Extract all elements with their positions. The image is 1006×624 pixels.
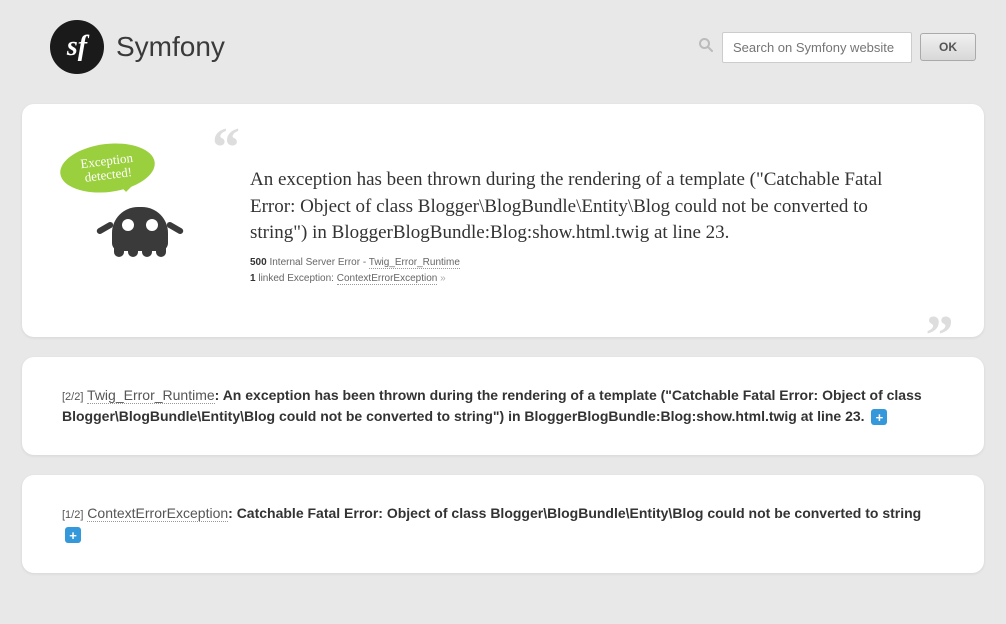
mascot-column: Exception detected! <box>52 134 182 287</box>
trace-line: [2/2] Twig_Error_Runtime: An exception h… <box>62 385 944 427</box>
logo-section: sf Symfony <box>50 20 225 74</box>
expand-icon[interactable]: + <box>65 527 81 543</box>
error-message: An exception has been thrown during the … <box>250 167 924 247</box>
trace-class-link[interactable]: Twig_Error_Runtime <box>87 387 215 404</box>
message-column: “ An exception has been thrown during th… <box>212 134 954 287</box>
trace-line: [1/2] ContextErrorException: Catchable F… <box>62 503 944 545</box>
search-input[interactable] <box>722 32 912 63</box>
expand-icon[interactable]: + <box>871 409 887 425</box>
brand-name: Symfony <box>116 31 225 63</box>
speech-bubble: Exception detected! <box>57 138 157 197</box>
ghost-mascot-icon <box>112 207 168 251</box>
search-section: OK <box>698 32 976 63</box>
quote-open-icon: “ <box>212 134 924 162</box>
linked-class-link[interactable]: ContextErrorException <box>337 273 438 285</box>
trace-message: : Catchable Fatal Error: Object of class… <box>228 505 921 521</box>
linked-count: 1 <box>250 273 256 284</box>
trace-class-link[interactable]: ContextErrorException <box>87 505 228 522</box>
header: sf Symfony OK <box>0 0 1006 94</box>
chevron-right-icon: » <box>440 273 446 284</box>
status-code: 500 <box>250 257 267 268</box>
trace-panel-1: [2/2] Twig_Error_Runtime: An exception h… <box>22 357 984 455</box>
symfony-logo-icon: sf <box>50 20 104 74</box>
exception-summary-panel: Exception detected! “ An exception has b… <box>22 104 984 337</box>
linked-text: linked Exception: <box>258 273 336 284</box>
trace-index: [1/2] <box>62 509 83 521</box>
trace-index: [2/2] <box>62 391 83 403</box>
search-submit-button[interactable]: OK <box>920 33 976 61</box>
error-meta: 500 Internal Server Error - Twig_Error_R… <box>250 255 924 287</box>
trace-panel-2: [1/2] ContextErrorException: Catchable F… <box>22 475 984 573</box>
status-text: Internal Server Error - <box>269 257 368 268</box>
quote-close-icon: „ <box>926 293 954 321</box>
error-class-link[interactable]: Twig_Error_Runtime <box>369 257 460 269</box>
search-icon <box>698 37 714 58</box>
